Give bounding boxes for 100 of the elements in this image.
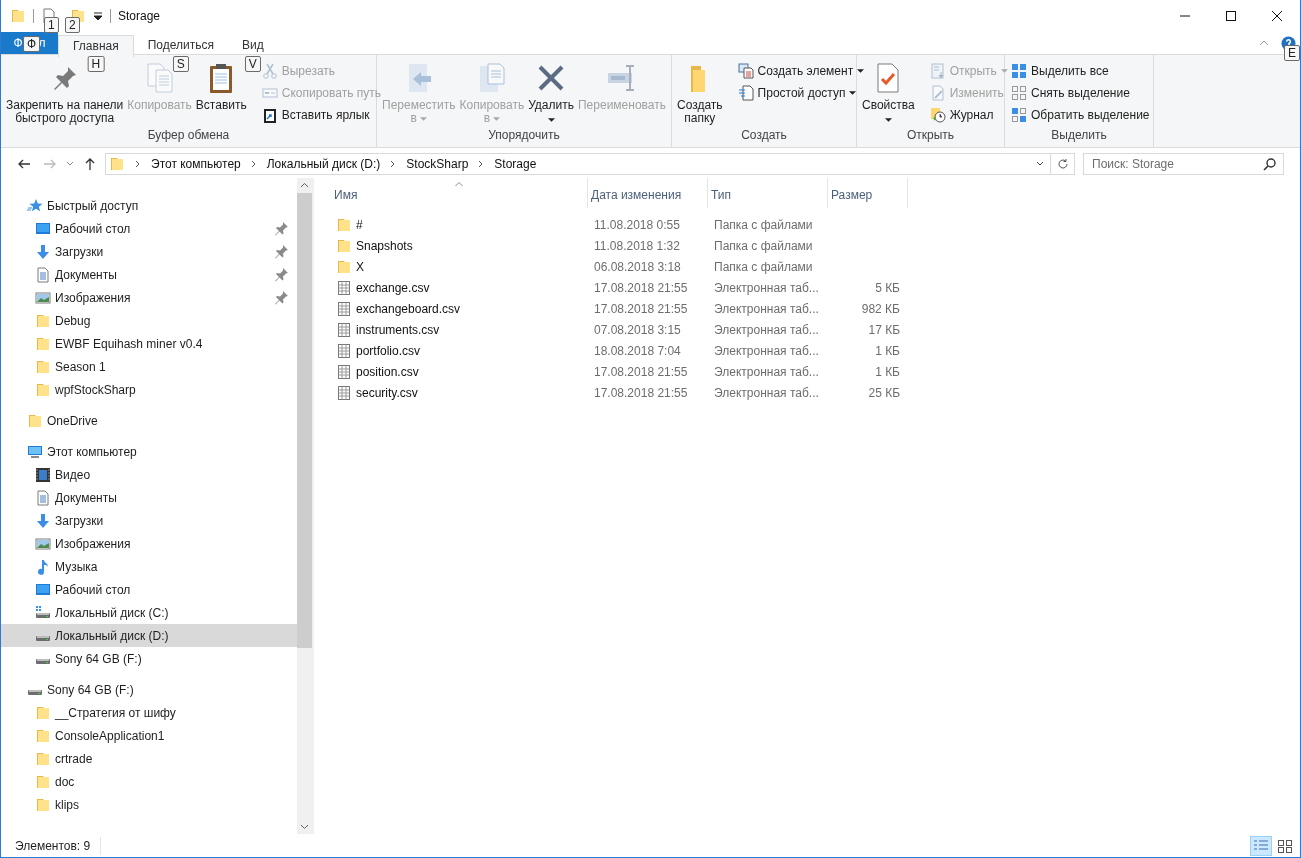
scrollbar[interactable] — [297, 178, 312, 834]
nav-item[interactable]: Музыка — [1, 555, 297, 578]
group-label: Буфер обмена — [147, 127, 230, 144]
document-icon — [35, 266, 51, 283]
file-type: Электронная таб... — [713, 363, 820, 381]
invert-button[interactable]: Обратить выделение — [1009, 104, 1152, 126]
file-name: exchangeboard.csv — [356, 300, 461, 318]
date-modified: 06.08.2018 3:18 — [593, 258, 682, 276]
delete-button[interactable]: Удалить — [527, 58, 575, 126]
pin-icon — [273, 289, 289, 306]
breadcrumb-item[interactable]: Локальный диск (D:) — [266, 155, 381, 173]
file-size: 982 КБ — [861, 300, 900, 318]
column-header[interactable]: Размер — [828, 178, 908, 208]
refresh-button[interactable] — [1051, 153, 1075, 175]
newitem-button[interactable]: Создать элемент — [735, 60, 867, 82]
group-label: Открыть — [906, 127, 955, 144]
nav-item[interactable]: Sony 64 GB (F:) — [1, 678, 297, 701]
address-bar[interactable]: Этот компьютер Локальный диск (D:) StockSharp Storage — [105, 153, 1051, 175]
nav-item[interactable]: crtrade — [1, 747, 297, 770]
chevron-right-icon — [134, 160, 142, 168]
nav-item[interactable]: EWBF Equihash miner v0.4 — [1, 332, 297, 355]
nav-item[interactable]: Season 1 — [1, 355, 297, 378]
date-modified: 11.08.2018 0:55 — [593, 216, 681, 234]
file-name: Snapshots — [356, 237, 413, 255]
nav-item[interactable]: Видео — [1, 463, 297, 486]
folder-icon — [35, 704, 51, 721]
keytip: V — [244, 56, 261, 72]
shortcut-button[interactable]: Вставить ярлык — [259, 104, 383, 126]
chevron-down-icon — [66, 160, 74, 168]
drive-icon — [35, 635, 51, 642]
column-header[interactable]: Тип — [708, 178, 828, 208]
selectall-button[interactable]: Выделить все — [1009, 60, 1152, 82]
nav-item[interactable]: wpfStockSharp — [1, 378, 297, 401]
nav-item[interactable]: Быстрый доступ — [1, 194, 297, 217]
file-name: portfolio.csv — [356, 342, 421, 360]
computer-icon — [27, 443, 43, 460]
refresh-icon — [1056, 158, 1069, 170]
nav-item[interactable]: Загрузки — [1, 240, 297, 263]
group-label: Выделить — [1051, 127, 1107, 144]
item-count: Элементов: 9 — [15, 836, 102, 855]
nav-item[interactable]: Рабочий стол — [1, 217, 297, 240]
file-name: instruments.csv — [356, 321, 440, 339]
spreadsheet-icon — [336, 279, 352, 296]
date-modified: 18.08.2018 7:04 — [593, 342, 682, 360]
file-type: Электронная таб... — [713, 300, 820, 318]
picture-icon — [35, 289, 51, 306]
folder-icon — [35, 727, 51, 744]
file-name: exchange.csv — [356, 279, 430, 297]
nav-item[interactable]: __Стратегия от шифу — [1, 701, 297, 724]
picture-icon — [35, 535, 51, 552]
pin-icon — [273, 243, 289, 260]
breadcrumb-item[interactable]: Storage — [494, 155, 537, 173]
nav-item[interactable]: OneDrive — [1, 409, 297, 432]
nav-item[interactable]: Изображения — [1, 532, 297, 555]
history-button[interactable]: Журнал — [927, 104, 1010, 126]
film-icon — [35, 466, 51, 483]
close-icon — [1272, 11, 1282, 21]
nav-item[interactable]: Этот компьютер — [1, 440, 297, 463]
column-header[interactable]: Дата изменения — [588, 178, 708, 208]
folder-icon — [35, 335, 51, 352]
new-item-icon — [737, 63, 754, 79]
folder-icon — [35, 750, 51, 767]
search-field[interactable]: Поиск: Storage — [1083, 153, 1284, 175]
nav-item[interactable]: Локальный диск (C:) — [1, 601, 297, 624]
group-label: Создать — [741, 127, 787, 144]
file-type: Электронная таб... — [713, 321, 820, 339]
ribbon-tab[interactable]: Вид — [227, 34, 278, 56]
ribbon-tab[interactable]: Поделиться — [133, 34, 228, 56]
newfolder-button[interactable]: Создать папку — [676, 58, 724, 126]
ribbon-tab[interactable]: Главная — [58, 34, 134, 57]
download-icon — [35, 512, 51, 529]
nav-item[interactable]: klips — [1, 793, 297, 816]
nav-item[interactable]: Sony 64 GB (F:) — [1, 647, 297, 670]
chevron-up-icon — [1259, 38, 1269, 48]
nav-item[interactable]: Рабочий стол — [1, 578, 297, 601]
date-modified: 17.08.2018 21:55 — [593, 300, 689, 318]
nav-item[interactable]: Загрузки — [1, 509, 297, 532]
grid-icon — [1277, 837, 1293, 854]
nav-item[interactable]: doc — [1, 770, 297, 793]
nav-item[interactable]: Локальный диск (D:) — [1, 624, 297, 647]
nav-item[interactable]: Debug — [1, 309, 297, 332]
document-icon — [35, 489, 51, 506]
breadcrumb-item[interactable]: StockSharp — [406, 155, 469, 173]
file-type: Электронная таб... — [713, 384, 820, 402]
breadcrumb-item[interactable]: Этот компьютер — [151, 155, 241, 173]
file-name: # — [356, 216, 363, 234]
music-note-icon — [35, 558, 51, 575]
column-header[interactable]: Имя — [331, 178, 588, 208]
nav-item[interactable]: Изображения — [1, 286, 297, 309]
folder-icon — [35, 381, 51, 398]
file-size: 5 КБ — [875, 279, 900, 297]
selectnone-button[interactable]: Снять выделение — [1009, 82, 1152, 104]
file-size: 25 КБ — [868, 384, 900, 402]
folder-icon — [109, 156, 125, 172]
folder-icon — [27, 412, 43, 429]
nav-item[interactable]: Документы — [1, 263, 297, 286]
spreadsheet-icon — [336, 321, 352, 338]
nav-item[interactable]: Документы — [1, 486, 297, 509]
scrollbar-thumb[interactable] — [297, 193, 312, 648]
nav-item[interactable]: ConsoleApplication1 — [1, 724, 297, 747]
